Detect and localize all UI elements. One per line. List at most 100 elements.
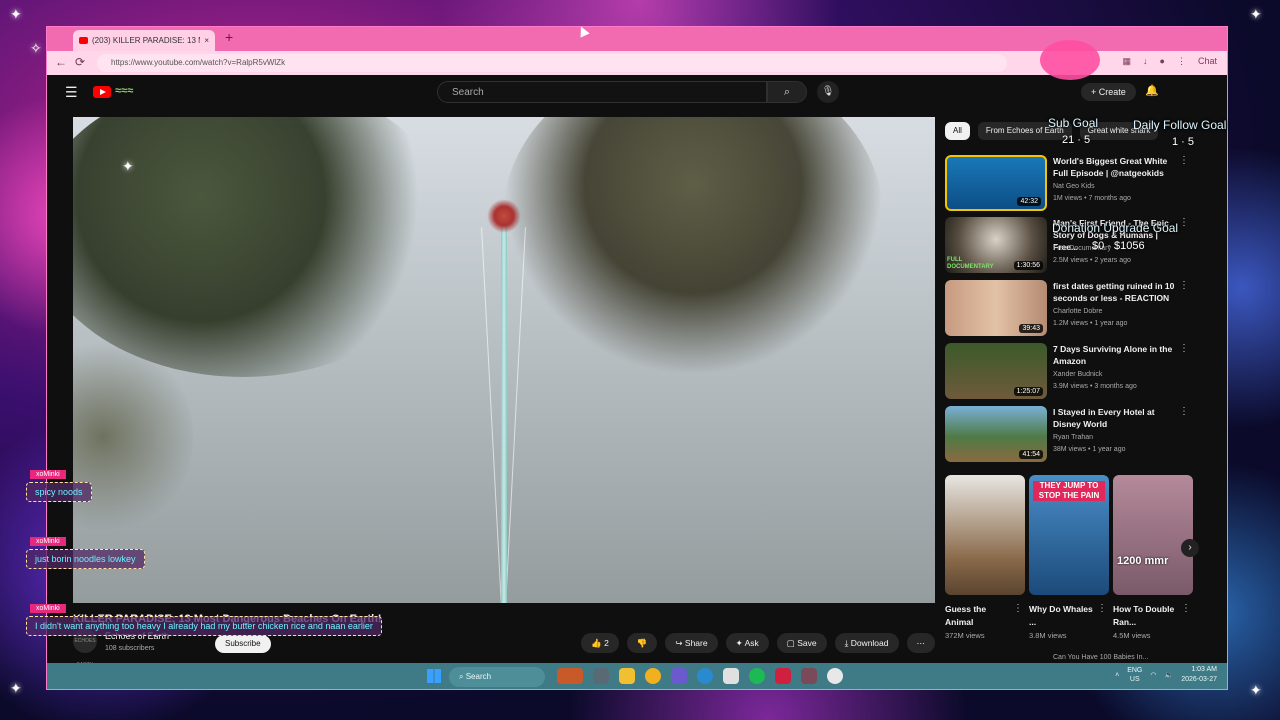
short-thumbnail[interactable] <box>945 475 1025 595</box>
video-thumbnail[interactable]: FULL DOCUMENTARY 1:30:56 <box>945 217 1047 273</box>
rec-meta: 3.9M views • 3 months ago <box>1053 383 1137 390</box>
subscribe-button[interactable]: Subscribe <box>215 635 271 653</box>
more-options-icon[interactable]: ⋮ <box>1179 280 1189 291</box>
search-input[interactable]: Search <box>437 81 767 103</box>
channel-subscribers: 108 subscribers <box>105 645 155 652</box>
video-thumbnail[interactable]: 41:54 <box>945 406 1047 462</box>
browser-tab-active[interactable]: (203) KILLER PARADISE: 13 M × <box>73 30 215 51</box>
spotify-icon[interactable] <box>749 668 765 684</box>
thumbs-up-icon: 👍 <box>591 638 605 648</box>
shorts-next-chevron-icon[interactable]: › <box>1181 539 1199 557</box>
windows-taskbar: ⌕ Search ˄ ENG US ◠ 🔈 1:03 AM 2026-03-27 <box>47 663 1227 689</box>
file-explorer-icon[interactable] <box>619 668 635 684</box>
windows-start-icon[interactable] <box>427 669 441 683</box>
chat-button[interactable]: Chat <box>1198 56 1217 67</box>
menu-icon[interactable]: ⋮ <box>1177 56 1186 67</box>
rec-channel[interactable]: Charlotte Dobre <box>1053 308 1102 315</box>
app-icon[interactable] <box>645 668 661 684</box>
short-title[interactable]: How To Double Ran... <box>1113 603 1183 629</box>
donation-goal-value: $0 · $1056 <box>1092 240 1145 252</box>
clock[interactable]: 1:03 AM 2026-03-27 <box>1181 665 1217 685</box>
volume-icon[interactable]: 🔈 <box>1164 671 1173 679</box>
duration-badge: 41:54 <box>1019 450 1043 459</box>
new-tab-button[interactable]: + <box>225 29 233 45</box>
share-label: Share <box>684 638 708 648</box>
ask-button[interactable]: ✦ Ask <box>725 633 769 653</box>
share-icon: ↪ <box>675 638 685 648</box>
tab-close-icon[interactable]: × <box>204 36 209 45</box>
more-options-icon[interactable]: ⋮ <box>1179 343 1189 354</box>
widget-icon[interactable] <box>557 668 583 684</box>
save-button[interactable]: ▢ Save <box>776 633 827 653</box>
video-scene-tree-right <box>503 117 883 377</box>
video-scene-rope <box>481 227 502 603</box>
chip-all[interactable]: All <box>945 122 970 140</box>
chrome-icon[interactable] <box>827 668 843 684</box>
youtube-wordmark[interactable]: ≈≈≈ <box>115 85 133 97</box>
more-options-icon[interactable]: ⋮ <box>1179 217 1189 228</box>
url-field[interactable]: https://www.youtube.com/watch?v=RalpR5vW… <box>97 54 1007 72</box>
rec-title[interactable]: 7 Days Surviving Alone in the Amazon <box>1053 343 1183 367</box>
download-button[interactable]: ⤓ Download <box>834 633 899 653</box>
sparkle-star-icon: ✦ <box>122 158 134 174</box>
store-icon[interactable] <box>723 668 739 684</box>
rec-channel[interactable]: Xander Budnick <box>1053 371 1102 378</box>
wifi-icon[interactable]: ◠ <box>1150 671 1156 679</box>
extensions-icon[interactable]: ▦ <box>1123 56 1132 67</box>
search-button[interactable]: ⌕ <box>767 81 807 103</box>
rec-title[interactable]: first dates getting ruined in 10 seconds… <box>1053 280 1183 304</box>
short-title[interactable]: Guess the Animal <box>945 603 1015 629</box>
sub-goal-label: Sub Goal <box>1048 116 1099 130</box>
chat-username: xoMinki <box>30 470 66 479</box>
recommendation-item[interactable]: 41:54 I Stayed in Every Hotel at Disney … <box>945 406 1215 462</box>
sparkle-star-icon: ✦ <box>10 6 22 22</box>
short-thumbnail[interactable]: THEY JUMP TO STOP THE PAIN <box>1029 475 1109 595</box>
video-thumbnail[interactable]: 1:25:07 <box>945 343 1047 399</box>
clock-date: 2026-03-27 <box>1181 676 1217 683</box>
create-button[interactable]: + Create <box>1081 83 1136 101</box>
profile-avatar[interactable]: ● <box>1160 56 1165 67</box>
recommendation-item[interactable]: 1:25:07 7 Days Surviving Alone in the Am… <box>945 343 1215 399</box>
like-button[interactable]: 👍 2 <box>581 633 619 653</box>
rec-meta: 2.5M views • 2 years ago <box>1053 257 1131 264</box>
app-icon[interactable] <box>801 668 817 684</box>
more-options-icon[interactable]: ⋮ <box>1179 155 1189 166</box>
voice-search-button[interactable]: 🎙 <box>817 81 839 103</box>
taskbar-search[interactable]: ⌕ Search <box>449 667 545 687</box>
video-thumbnail[interactable]: 42:32 <box>945 155 1047 211</box>
sub-goal-value: 21 · 5 <box>1062 134 1091 146</box>
follow-goal-label: Daily Follow Goal <box>1133 118 1227 132</box>
rec-title[interactable]: World's Biggest Great White Full Episode… <box>1053 155 1183 179</box>
more-options-icon[interactable]: ⋮ <box>1179 406 1189 417</box>
rec-channel[interactable]: Ryan Trahan <box>1053 434 1093 441</box>
task-view-icon[interactable] <box>593 668 609 684</box>
rec-title[interactable]: I Stayed in Every Hotel at Disney World <box>1053 406 1183 430</box>
back-button[interactable]: ← <box>55 55 67 69</box>
search-icon: ⌕ <box>783 86 791 98</box>
rec-channel[interactable]: Nat Geo Kids <box>1053 183 1095 190</box>
short-views: 372M views <box>945 631 985 640</box>
more-actions-button[interactable]: ⋯ <box>906 633 935 653</box>
short-title[interactable]: Why Do Whales ... <box>1029 603 1099 629</box>
video-thumbnail[interactable]: 39:43 <box>945 280 1047 336</box>
tray-chevron-icon[interactable]: ˄ <box>1115 672 1119 679</box>
share-button[interactable]: ↪ Share <box>665 633 718 653</box>
video-player[interactable] <box>73 117 935 603</box>
short-thumbnail[interactable]: 1200 mmr <box>1113 475 1193 595</box>
next-rec-peek[interactable]: Can You Have 100 Babies In... <box>1053 654 1148 661</box>
app-icon-red[interactable] <box>775 668 791 684</box>
recommendation-item[interactable]: 42:32 World's Biggest Great White Full E… <box>945 155 1215 211</box>
input-language[interactable]: ENG US <box>1127 666 1142 684</box>
recommendation-item[interactable]: 39:43 first dates getting ruined in 10 s… <box>945 280 1215 336</box>
overlay-cloud-decoration <box>1040 40 1100 80</box>
edge-icon[interactable] <box>697 668 713 684</box>
dislike-button[interactable]: 👎 <box>626 633 658 653</box>
youtube-logo-icon[interactable] <box>93 86 111 98</box>
short-views: 3.8M views <box>1029 631 1067 640</box>
reload-button[interactable]: ⟳ <box>75 55 85 69</box>
discord-icon[interactable] <box>671 668 687 684</box>
notifications-bell-icon[interactable]: 🔔 <box>1145 84 1159 97</box>
youtube-header: ☰ ≈≈≈ Search ⌕ 🎙 + Create 🔔 <box>47 75 1227 109</box>
hamburger-menu-icon[interactable]: ☰ <box>65 84 78 101</box>
downloads-icon[interactable]: ↓ <box>1143 56 1148 67</box>
